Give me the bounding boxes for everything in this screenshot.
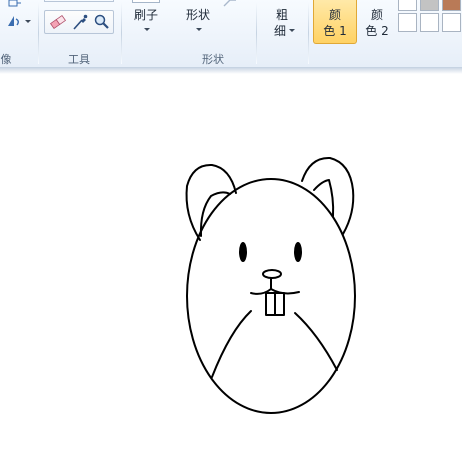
shapes-label: 形状 <box>185 8 210 22</box>
left-ear-outer <box>185 163 237 241</box>
right-ear-outer <box>301 156 355 235</box>
group-separator <box>256 2 257 64</box>
color-picker-icon[interactable] <box>71 13 89 31</box>
group-separator <box>38 2 39 64</box>
belly-line <box>211 310 252 378</box>
brush-icon <box>132 0 160 3</box>
palette-swatch[interactable] <box>420 0 439 11</box>
group-separator <box>308 2 309 64</box>
drawing-canvas[interactable] <box>0 74 462 471</box>
size-label-line1: 粗 <box>275 8 288 22</box>
shapes-dropdown-caret <box>196 28 202 31</box>
color2-label-line1: 颜 <box>370 8 383 22</box>
color1-label-line2: 色 1 <box>323 24 347 38</box>
eraser-icon[interactable] <box>49 13 67 31</box>
brushes-button[interactable]: 刷子 <box>124 0 168 42</box>
group-separator <box>121 2 122 64</box>
hamster-drawing <box>185 156 356 414</box>
outline-icon[interactable] <box>222 0 240 8</box>
palette-swatch[interactable] <box>420 13 439 32</box>
shapes-button[interactable]: 形状 <box>176 0 220 42</box>
left-eye <box>239 242 247 262</box>
palette-swatch[interactable] <box>442 13 461 32</box>
size-button[interactable]: 粗 细 <box>262 0 302 44</box>
shapes-group-label: 形状 <box>202 53 224 66</box>
rotate-icon[interactable] <box>6 14 22 28</box>
select-icon[interactable] <box>8 0 22 9</box>
color1-button[interactable]: 颜 色 1 <box>313 0 357 44</box>
brushes-dropdown-caret <box>144 28 150 31</box>
palette-swatch[interactable] <box>442 0 461 11</box>
magnifier-icon[interactable] <box>93 13 111 31</box>
palette-swatch[interactable] <box>398 13 417 32</box>
color2-label-line2: 色 2 <box>365 24 389 38</box>
size-dropdown-caret <box>289 29 295 32</box>
color1-label-line1: 颜 <box>328 8 341 22</box>
tools-box-top <box>44 0 114 2</box>
left-ear-inner <box>199 191 231 237</box>
brushes-label: 刷子 <box>133 8 158 22</box>
rotate-dropdown-caret[interactable] <box>25 20 31 23</box>
right-eye <box>294 242 302 262</box>
palette-swatch[interactable] <box>398 0 417 11</box>
color2-button[interactable]: 颜 色 2 <box>357 0 397 44</box>
image-group-label: 像 <box>0 53 12 66</box>
tools-group-label: 工具 <box>68 53 90 66</box>
nose <box>262 269 282 279</box>
ribbon: 像 工具 刷子 形状 形状 粗 细 颜 色 1 颜 色 2 <box>0 0 462 68</box>
belly-line <box>294 312 338 371</box>
